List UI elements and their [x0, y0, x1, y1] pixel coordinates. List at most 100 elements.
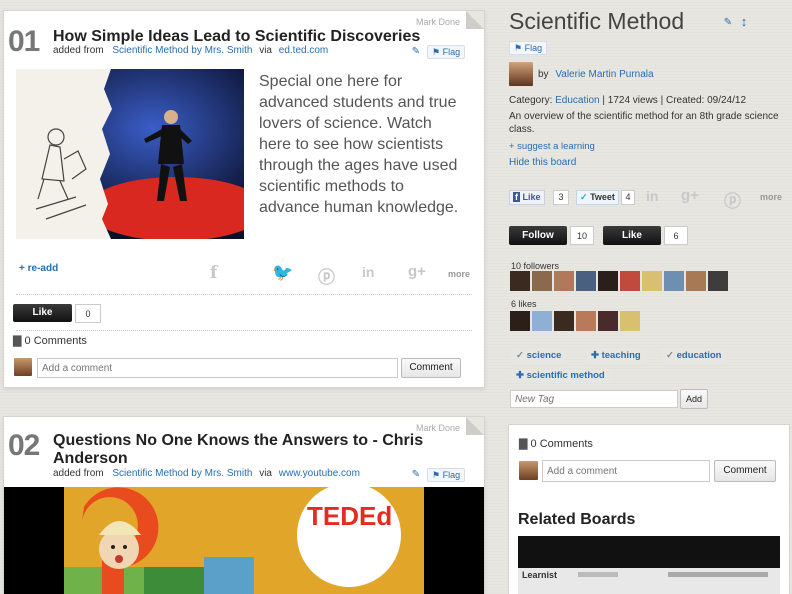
flag-button[interactable]: ⚑ Flag [427, 45, 466, 59]
learnist-logo: Learnist [522, 570, 558, 580]
video-thumbnail[interactable] [16, 69, 244, 239]
tweet-label: Tweet [590, 192, 615, 202]
more-share-link[interactable]: more [760, 192, 782, 202]
edit-icon[interactable]: ✎ [409, 468, 423, 481]
by-label: by [538, 69, 549, 80]
source-board-link[interactable]: Scientific Method by Mrs. Smith [112, 468, 252, 479]
suggest-learning-link[interactable]: + suggest a learning [509, 141, 595, 152]
author-avatar[interactable] [509, 62, 533, 86]
edit-icon[interactable]: ✎ [721, 16, 735, 29]
twitter-icon: ✓ [580, 192, 588, 202]
comments-count: ▇ 0 Comments [13, 334, 87, 347]
video-thumbnail[interactable]: TEDEd [4, 487, 484, 594]
tag-science[interactable]: ✓ science [511, 349, 567, 363]
avatar[interactable] [642, 271, 662, 291]
flag-button[interactable]: ⚑ Flag [427, 468, 466, 482]
category-link[interactable]: Education [555, 95, 599, 106]
flag-button[interactable]: ⚑ Flag [509, 41, 548, 55]
tag-scientific-method[interactable]: ✚ scientific method [511, 369, 610, 383]
added-from-line: added from Scientific Method by Mrs. Smi… [53, 45, 328, 56]
more-share-link[interactable]: more [448, 269, 470, 279]
flag-icon: ⚑ [432, 47, 441, 57]
source-board-link[interactable]: Scientific Method by Mrs. Smith [112, 45, 252, 56]
comment-icon: ▇ [519, 438, 528, 450]
board-like-button[interactable]: Like [603, 226, 661, 245]
googleplus-icon[interactable]: g+ [681, 187, 699, 204]
pinterest-icon[interactable]: ⓟ [318, 263, 335, 288]
avatar[interactable] [620, 311, 640, 331]
avatar[interactable] [510, 271, 530, 291]
like-count: 0 [75, 304, 101, 323]
flag-label: Flag [442, 47, 461, 57]
facebook-like-button[interactable]: f Like [509, 190, 545, 205]
tweet-button[interactable]: ✓ Tweet [576, 190, 619, 205]
avatar[interactable] [664, 271, 684, 291]
followers-label: 10 followers [511, 261, 560, 271]
mark-done-link[interactable]: Mark Done [416, 17, 460, 27]
linkedin-icon[interactable]: in [362, 264, 374, 280]
item-number: 01 [8, 25, 40, 58]
comment-input[interactable] [542, 460, 710, 482]
avatar[interactable] [620, 271, 640, 291]
plus-icon: ✚ [516, 370, 524, 381]
board-like-count: 6 [664, 226, 688, 245]
fb-like-label: Like [522, 192, 541, 202]
readd-link[interactable]: + re-add [19, 263, 58, 274]
source-site-link[interactable]: ed.ted.com [279, 45, 328, 56]
related-board-thumbnail[interactable]: Learnist [518, 536, 780, 594]
card-description: Special one here for advanced students a… [259, 73, 459, 216]
edit-icon[interactable]: ✎ [409, 45, 423, 58]
reorder-icon[interactable]: ↕ [737, 15, 751, 28]
avatar[interactable] [598, 271, 618, 291]
avatar[interactable] [708, 271, 728, 291]
comment-icon: ▇ [13, 335, 22, 347]
add-tag-button[interactable]: Add [680, 389, 708, 409]
source-site-link[interactable]: www.youtube.com [279, 468, 360, 479]
tag-label: scientific method [526, 370, 605, 381]
avatar[interactable] [554, 271, 574, 291]
tag-label: teaching [601, 350, 641, 361]
follow-button[interactable]: Follow [509, 226, 567, 245]
googleplus-icon[interactable]: g+ [408, 263, 426, 280]
card-title[interactable]: How Simple Ideas Lead to Scientific Disc… [53, 28, 420, 46]
hide-board-link[interactable]: Hide this board [509, 157, 576, 168]
comment-input[interactable] [37, 358, 398, 378]
item-number: 02 [8, 429, 40, 462]
new-tag-input[interactable] [510, 390, 678, 408]
tag-label: science [526, 350, 562, 361]
plus-icon: ✚ [591, 350, 599, 361]
avatar[interactable] [510, 311, 530, 331]
ted-ed-logo: TEDEd [307, 501, 393, 531]
avatar[interactable] [576, 271, 596, 291]
comment-button[interactable]: Comment [401, 358, 461, 378]
tag-teaching[interactable]: ✚ teaching [586, 349, 646, 363]
pinterest-icon[interactable]: ⓟ [724, 187, 741, 212]
avatar[interactable] [598, 311, 618, 331]
author-link[interactable]: Valerie Martin Purnala [555, 69, 653, 80]
avatar[interactable] [554, 311, 574, 331]
linkedin-icon[interactable]: in [646, 188, 658, 204]
added-from-label: added from [53, 45, 104, 56]
followers-avatars [510, 271, 740, 291]
facebook-like-count: 3 [553, 190, 569, 205]
check-icon: ✓ [666, 350, 674, 361]
tag-education[interactable]: ✓ education [661, 349, 727, 363]
avatar[interactable] [532, 271, 552, 291]
added-from-label: added from [53, 468, 104, 479]
like-button[interactable]: Like [13, 304, 72, 322]
board-description: An overview of the scientific method for… [509, 111, 779, 135]
mark-done-corner[interactable] [466, 417, 484, 435]
via-label: via [259, 468, 272, 479]
comment-button[interactable]: Comment [714, 460, 776, 482]
card-title[interactable]: Questions No One Knows the Answers to - … [53, 432, 433, 468]
twitter-icon[interactable]: 🐦 [272, 263, 293, 283]
related-boards-title: Related Boards [518, 511, 636, 528]
avatar[interactable] [686, 271, 706, 291]
facebook-icon[interactable]: f [210, 263, 217, 283]
flag-icon: ⚑ [432, 470, 441, 480]
mark-done-corner[interactable] [466, 11, 484, 29]
divider [16, 330, 472, 331]
avatar[interactable] [532, 311, 552, 331]
avatar[interactable] [576, 311, 596, 331]
learning-card-2: Mark Done 02 Questions No One Knows the … [3, 416, 485, 594]
